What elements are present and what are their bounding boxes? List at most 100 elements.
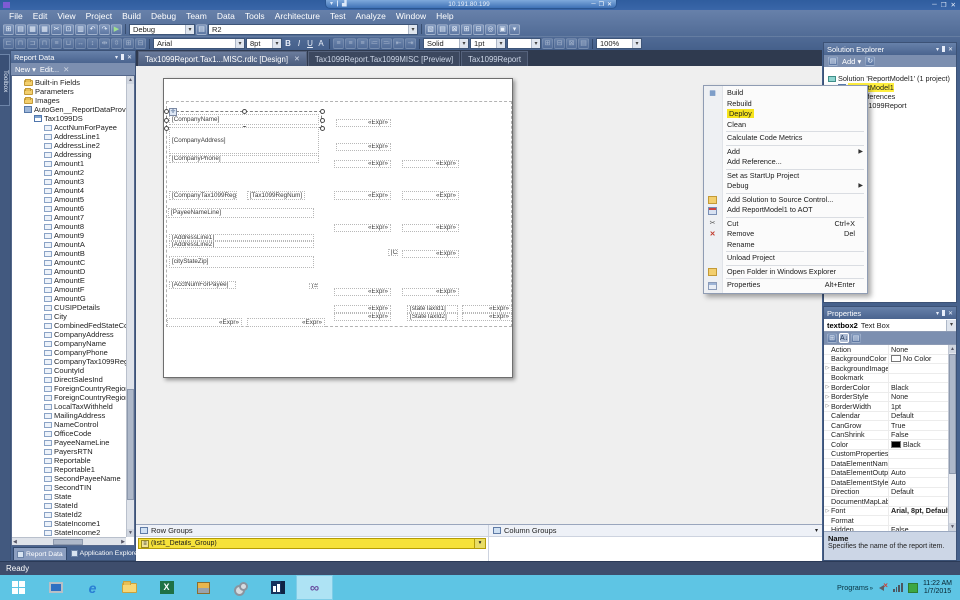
tree-item-reportable[interactable]: Reportable (12, 456, 126, 465)
admin-tools-icon[interactable] (185, 575, 222, 600)
tree-item-payeenameline[interactable]: PayeeNameLine (12, 438, 126, 447)
pin-icon[interactable] (942, 310, 945, 316)
borders-icon[interactable]: ⊞ (542, 38, 553, 49)
property-row-bordercolor[interactable]: ▷BorderColorBlack (824, 383, 948, 393)
tree-item-amountb[interactable]: AmountB (12, 249, 126, 258)
tree-item-addressline2[interactable]: AddressLine2 (12, 141, 126, 150)
services-icon[interactable] (222, 575, 259, 600)
tree-item-addressing[interactable]: Addressing (12, 150, 126, 159)
pin-icon[interactable] (121, 54, 124, 60)
vertical-scrollbar[interactable]: ▲ ▼ (948, 345, 956, 531)
expression-textbox[interactable]: «Expr» (247, 318, 325, 327)
document-tab-tax1099report-tax1[interactable]: Tax1099Report.Tax1099MISC [Preview] (308, 51, 460, 66)
selection-handle[interactable] (320, 118, 325, 123)
tree-item-namecontrol[interactable]: NameControl (12, 420, 126, 429)
tree-item-cusipdetails[interactable]: CUSIPDetails (12, 303, 126, 312)
horizontal-spacing-icon[interactable]: ⇹ (99, 38, 110, 49)
object-selector-combo[interactable]: textbox2 Text Box ▾ (824, 319, 956, 332)
layout-dropdown-icon[interactable]: ▾ (509, 24, 520, 35)
menu-item-properties[interactable]: PropertiesAlt+Enter (704, 280, 867, 291)
tree-item-mailingaddress[interactable]: MailingAddress (12, 411, 126, 420)
dynamics-ax-icon[interactable] (259, 575, 296, 600)
menu-item-rebuild[interactable]: Rebuild (704, 99, 867, 110)
border-style-combo[interactable]: Solid▾ (423, 38, 469, 49)
menu-item-add-reference[interactable]: Add Reference... (704, 157, 867, 168)
align-bottoms-icon[interactable]: ⊔ (63, 38, 74, 49)
property-row-dataelementstyle[interactable]: DataElementStyleAuto (824, 478, 948, 488)
paste-icon[interactable]: ▥ (75, 24, 86, 35)
tree-item-foreigncountryregionname[interactable]: ForeignCountryRegionName (12, 393, 126, 402)
scrollbar-thumb[interactable] (127, 389, 134, 500)
file-explorer-icon[interactable] (111, 575, 148, 600)
find-icon[interactable]: ◎ (485, 24, 496, 35)
window-minimize-button[interactable]: ─ (932, 1, 937, 9)
expression-textbox[interactable]: «Expr» (167, 318, 242, 327)
expand-icon[interactable]: ▷ (824, 365, 831, 371)
property-row-borderwidth[interactable]: ▷BorderWidth1pt (824, 402, 948, 412)
font-size-combo[interactable]: 8pt▾ (246, 38, 282, 49)
property-value[interactable]: False (889, 525, 948, 531)
font-name-combo[interactable]: Arial▾ (153, 38, 245, 49)
property-value[interactable]: 1pt (889, 402, 948, 411)
scroll-left-icon[interactable]: ◀ (13, 539, 17, 545)
solution-item-solution-reportmode[interactable]: Solution 'ReportModel1' (1 project) (824, 74, 956, 83)
panel-tab-report-data[interactable]: Report Data (13, 547, 67, 560)
property-value[interactable]: Default (889, 411, 948, 420)
document-tab-tax1099report-tax1[interactable]: Tax1099Report.Tax1...MISC.rdlc [Design]✕ (138, 51, 307, 66)
expression-textbox[interactable]: «Expr» (334, 191, 391, 200)
bring-to-front-icon[interactable]: ⊞ (123, 38, 134, 49)
menu-item-set-as-startup-project[interactable]: Set as StartUp Project (704, 171, 867, 182)
tree-item-autogen-reportdataprovider[interactable]: AutoGen__ReportDataProvider (12, 105, 126, 114)
tree-item-stateid[interactable]: StateId (12, 501, 126, 510)
tree-item-amounta[interactable]: AmountA (12, 240, 126, 249)
error-list-icon[interactable]: ⊟ (473, 24, 484, 35)
tree-item-companyaddress[interactable]: CompanyAddress (12, 330, 126, 339)
tree-item-amountd[interactable]: AmountD (12, 267, 126, 276)
rdp-close-button[interactable]: ✕ (607, 1, 612, 8)
menu-data[interactable]: Data (212, 10, 240, 22)
property-value[interactable]: No Color (889, 354, 948, 363)
border-width-combo[interactable]: 1pt▾ (470, 38, 506, 49)
tree-item-stateincome1[interactable]: StateIncome1 (12, 519, 126, 528)
menu-architecture[interactable]: Architecture (270, 10, 325, 22)
close-icon[interactable]: ✕ (127, 54, 132, 61)
same-width-icon[interactable]: ↔ (75, 38, 86, 49)
property-row-customproperties[interactable]: CustomProperties (824, 450, 948, 460)
scroll-down-icon[interactable]: ▼ (949, 523, 956, 531)
undo-icon[interactable]: ↶ (87, 24, 98, 35)
property-row-hidden[interactable]: HiddenFalse (824, 526, 948, 532)
tree-item-directsalesind[interactable]: DirectSalesInd (12, 375, 126, 384)
tree-item-localtaxwithheld[interactable]: LocalTaxWithheld (12, 402, 126, 411)
textbox-tax1099regnum[interactable]: [Tax1099RegNum] (247, 191, 305, 200)
tree-item-countyid[interactable]: CountyId (12, 366, 126, 375)
tree-item-stateid2[interactable]: StateId2 (12, 510, 126, 519)
property-value[interactable]: Arial, 8pt, Default, De (889, 506, 948, 515)
tree-item-reportable1[interactable]: Reportable1 (12, 465, 126, 474)
taskbar-clock[interactable]: 11:22 AM 1/7/2015 (923, 580, 956, 596)
add-button[interactable]: Add ▾ (842, 57, 861, 66)
move-anchor-icon[interactable]: ✛ (169, 108, 177, 116)
chevron-down-icon[interactable]: ▾ (936, 46, 939, 53)
textbox-companyaddress[interactable]: [CompanyAddress] (169, 127, 319, 154)
tree-item-built-in-fields[interactable]: Built-in Fields (12, 78, 126, 87)
chevron-down-icon[interactable]: ▾ (115, 54, 118, 61)
categorized-icon[interactable]: ⊞ (827, 333, 837, 343)
align-centers-icon[interactable]: ⊓ (15, 38, 26, 49)
scroll-down-icon[interactable]: ▼ (127, 529, 134, 537)
tree-item-foreigncountryregionind[interactable]: ForeignCountryRegionInd (12, 384, 126, 393)
font-color-icon[interactable]: A (316, 39, 326, 48)
redo-icon[interactable]: ↷ (99, 24, 110, 35)
tree-item-companyphone[interactable]: CompanyPhone (12, 348, 126, 357)
property-row-cangrow[interactable]: CanGrowTrue (824, 421, 948, 431)
menu-item-clean[interactable]: Clean (704, 120, 867, 131)
scroll-up-icon[interactable]: ▲ (127, 76, 134, 84)
textbox-acctnumforpayee[interactable]: [AcctNumForPayee] (169, 281, 236, 289)
property-row-action[interactable]: ActionNone (824, 345, 948, 355)
tree-item-combinedfedstatecode[interactable]: CombinedFedStateCode (12, 321, 126, 330)
menu-file[interactable]: File (4, 10, 28, 22)
menu-test[interactable]: Test (325, 10, 351, 22)
new-item-icon[interactable]: ⊞ (3, 24, 14, 35)
expression-textbox[interactable]: «Expr» (462, 313, 512, 321)
expression-textbox[interactable]: «Expr» (402, 250, 459, 258)
copy-icon[interactable]: ⊡ (63, 24, 74, 35)
